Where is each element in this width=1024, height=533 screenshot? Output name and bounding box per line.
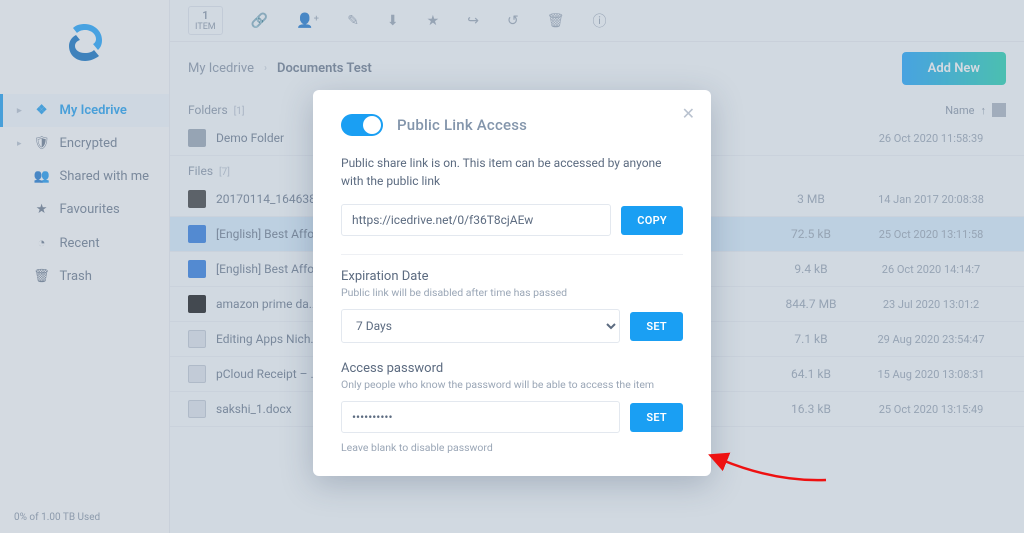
public-link-input[interactable] xyxy=(341,204,611,236)
modal-title: Public Link Access xyxy=(397,116,527,134)
close-icon[interactable]: ✕ xyxy=(682,104,695,123)
password-input[interactable] xyxy=(341,401,620,433)
password-hint: Only people who know the password will b… xyxy=(341,378,683,391)
copy-button[interactable]: COPY xyxy=(621,206,683,235)
modal-description: Public share link is on. This item can b… xyxy=(341,154,683,190)
expiration-label: Expiration Date xyxy=(341,269,683,284)
set-expiration-button[interactable]: SET xyxy=(630,312,683,341)
expiration-hint: Public link will be disabled after time … xyxy=(341,286,683,299)
set-password-button[interactable]: SET xyxy=(630,403,683,432)
modal-overlay[interactable]: ✕ Public Link Access Public share link i… xyxy=(0,0,1024,533)
expiration-select[interactable]: 7 Days xyxy=(341,309,620,343)
public-link-modal: ✕ Public Link Access Public share link i… xyxy=(313,90,711,476)
password-label: Access password xyxy=(341,361,683,376)
public-link-toggle[interactable] xyxy=(341,114,383,136)
password-blank-hint: Leave blank to disable password xyxy=(341,441,683,454)
